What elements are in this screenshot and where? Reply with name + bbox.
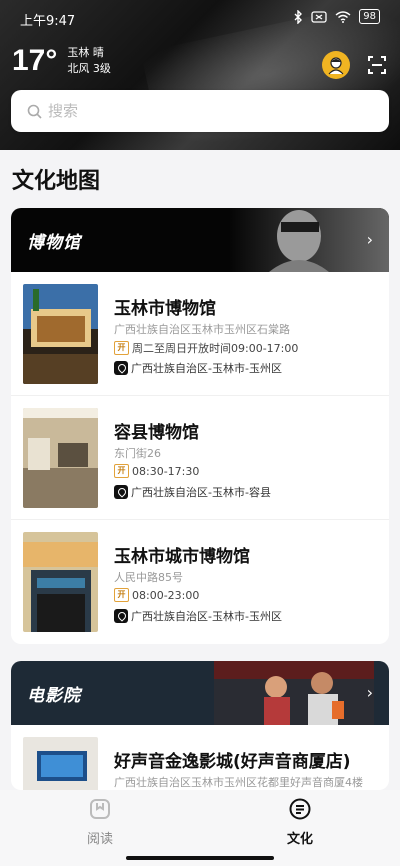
cinema-banner-image [214,661,374,725]
museum-hours-text: 周二至周日开放时间09:00-17:00 [132,342,299,355]
mute-icon [311,10,327,23]
museum-list-item[interactable]: 玉林市博物馆 广西壮族自治区玉林市玉州区石棠路 开周二至周日开放时间09:00-… [11,272,389,396]
museum-region: 广西壮族自治区-玉林市-容县 [114,484,271,500]
weather-city-condition: 玉林 晴 [67,46,104,59]
museum-list-item[interactable]: 玉林市城市博物馆 人民中路85号 开 08:00-23:00 广西壮族自治区-玉林… [11,520,389,644]
museum-region-text: 广西壮族自治区-玉林市-玉州区 [131,362,282,375]
location-pin-icon [114,485,128,499]
status-time: 上午9:47 [20,14,76,29]
cinema-card: 电影院 › 好声音金逸影城(好声音商厦店) 广西壮族自治区玉林市玉州区花都里好声… [11,661,389,790]
museum-thumbnail-image [23,408,98,508]
location-pin-icon [114,609,128,623]
museum-address: 人民中路85号 [114,571,183,584]
open-badge-icon: 开 [114,464,129,478]
wifi-icon [335,10,351,23]
museum-region-text: 广西壮族自治区-玉林市-容县 [131,486,271,499]
tab-reading[interactable]: 阅读 [70,798,130,847]
open-badge-icon: 开 [114,588,129,602]
battery-indicator: 98 [359,9,380,24]
cinema-list-item[interactable]: 好声音金逸影城(好声音商厦店) 广西壮族自治区玉林市玉州区花都里好声音商厦4楼 [11,725,389,790]
tab-culture[interactable]: 文化 [270,798,330,847]
museum-hours: 开 08:30-17:30 [114,464,199,478]
location-pin-icon [114,361,128,375]
status-bar: 上午9:47 98 [0,0,400,34]
museum-card-header[interactable]: 博物馆 › [11,208,389,272]
statue-banner-image [229,208,389,272]
museum-thumbnail-image [23,284,98,384]
page-title: 文化地图 [12,169,101,194]
tab-reading-label: 阅读 [86,832,113,847]
museum-address: 东门街26 [114,447,161,460]
weather-info: 玉林 晴 北风 3级 [67,45,111,77]
museum-thumbnail-image [23,532,98,632]
cinema-name: 好声音金逸影城(好声音商厦店) [114,752,351,772]
museum-hours-text: 08:00-23:00 [132,588,200,602]
cinema-thumbnail-image [23,737,98,790]
open-badge-icon: 开 [114,341,129,355]
weather-temperature: 17° [12,44,58,77]
search-input[interactable] [48,102,348,120]
museum-region-text: 广西壮族自治区-玉林市-玉州区 [131,610,282,623]
search-icon [27,104,42,119]
chevron-right-icon: › [366,683,373,702]
museum-region: 广西壮族自治区-玉林市-玉州区 [114,608,282,624]
museum-hours-text: 08:30-17:30 [132,464,200,478]
museum-hours: 开周二至周日开放时间09:00-17:00 [114,340,298,356]
cinema-category-title: 电影院 [27,686,81,706]
scan-icon[interactable] [367,55,387,75]
book-icon [90,799,110,819]
user-avatar-icon[interactable] [322,51,350,79]
weather-wind: 北风 3级 [67,62,111,75]
museum-name: 容县博物馆 [114,423,199,443]
list-document-icon [289,798,311,820]
museum-list-item[interactable]: 容县博物馆 东门街26 开 08:30-17:30 广西壮族自治区-玉林市-容县 [11,396,389,520]
museum-name: 玉林市城市博物馆 [114,547,250,567]
search-bar[interactable] [11,90,389,132]
chevron-right-icon: › [366,230,373,249]
cinema-address: 广西壮族自治区玉林市玉州区花都里好声音商厦4楼 [114,776,363,789]
museum-card: 博物馆 › 玉林市博物馆 广西壮族自治区玉林市玉州区石棠路 开周二至周日开放时间… [11,208,389,644]
home-indicator [126,856,274,860]
tab-culture-label: 文化 [286,832,313,847]
status-icons: 98 [293,9,380,24]
bottom-tab-bar: 阅读 文化 [0,790,400,866]
museum-hours: 开 08:00-23:00 [114,588,199,602]
museum-region: 广西壮族自治区-玉林市-玉州区 [114,360,282,376]
bluetooth-icon [294,9,303,24]
museum-address: 广西壮族自治区玉林市玉州区石棠路 [114,323,290,336]
weather-widget[interactable]: 17° 玉林 晴 北风 3级 [12,44,111,78]
cinema-card-header[interactable]: 电影院 › [11,661,389,725]
museum-category-title: 博物馆 [27,233,81,253]
museum-name: 玉林市博物馆 [114,299,216,319]
